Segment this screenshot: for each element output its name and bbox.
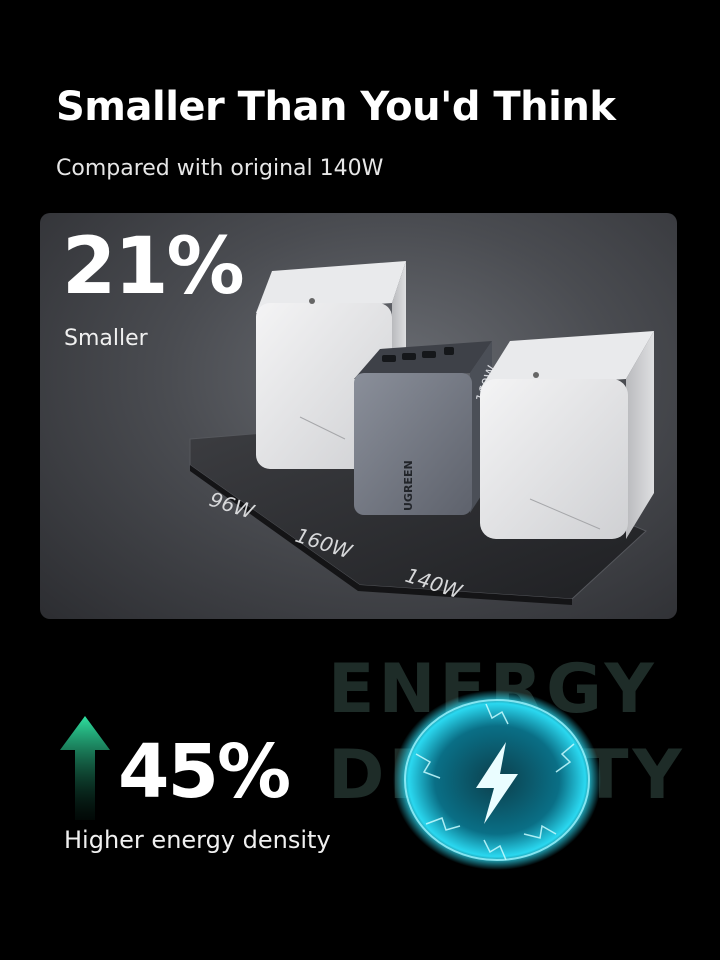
energy-orb-lightning-icon — [393, 690, 601, 870]
energy-density-caption: Higher energy density — [64, 826, 331, 854]
charger-140w — [480, 331, 654, 539]
energy-density-percent: 45% — [118, 729, 291, 815]
size-reduction-percent: 21% — [62, 222, 245, 312]
page-title: Smaller Than You'd Think — [56, 84, 616, 130]
charger-160w: UGREEN 160W — [354, 341, 501, 515]
page-subtitle: Compared with original 140W — [56, 156, 384, 181]
arrow-up-icon — [60, 716, 110, 820]
brand-logo: UGREEN — [402, 460, 415, 511]
size-reduction-caption: Smaller — [64, 326, 148, 351]
